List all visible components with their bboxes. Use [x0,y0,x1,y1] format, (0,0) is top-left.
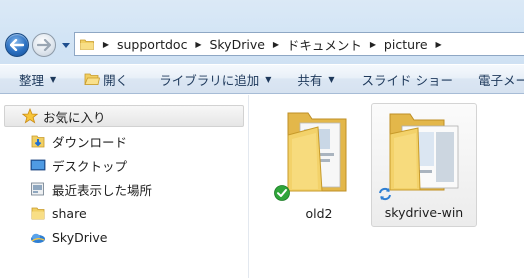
breadcrumb-item[interactable]: supportdoc [114,37,190,52]
back-button[interactable] [5,33,29,57]
folder-icon [80,39,94,50]
forward-button[interactable] [32,33,56,57]
forward-arrow-icon [37,39,51,51]
back-arrow-icon [10,39,24,51]
syncing-icon [379,187,391,201]
recent-places-icon [30,181,46,197]
breadcrumb-separator[interactable]: ▶ [365,40,381,49]
slideshow-button[interactable]: スライド ショー [362,65,453,93]
breadcrumb-separator[interactable]: ▶ [190,40,206,49]
open-button[interactable]: 開く [84,65,128,93]
nav-item-share[interactable]: share [30,203,87,223]
skydrive-icon [30,229,46,245]
desktop-icon [30,157,46,173]
folder-icon [30,205,46,221]
favorites-label: お気に入り [43,109,106,125]
address-box[interactable]: ▶ supportdoc ▶ SkyDrive ▶ ドキュメント ▶ pictu… [74,32,524,56]
folder-icon [389,113,459,191]
nav-item-label: share [52,205,87,221]
breadcrumb-item[interactable]: picture [381,37,431,52]
synced-check-icon [274,185,290,201]
organize-button[interactable]: 整理 ▼ [19,65,56,93]
recent-pages-dropdown-icon[interactable] [61,41,71,49]
add-to-library-label: ライブラリに追加 [159,72,260,88]
nav-item-label: 最近表示した場所 [52,182,153,198]
email-label: 電子メール [478,72,524,88]
command-bar: 整理 ▼ 開く ライブラリに追加 ▼ 共有 ▼ スライド ショー 電子メール [0,64,524,94]
file-name: old2 [305,206,333,221]
star-icon [22,108,38,124]
nav-item-label: SkyDrive [52,229,108,245]
chevron-down-icon: ▼ [50,74,57,84]
share-button[interactable]: 共有 ▼ [297,65,334,93]
slideshow-label: スライド ショー [361,72,454,88]
nav-item-skydrive[interactable]: SkyDrive [30,227,107,247]
breadcrumb-separator[interactable]: ▶ [431,40,447,49]
add-to-library-button[interactable]: ライブラリに追加 ▼ [159,65,271,93]
breadcrumb-item[interactable]: ドキュメント [284,35,365,54]
address-bar-row: ▶ supportdoc ▶ SkyDrive ▶ ドキュメント ▶ pictu… [0,0,524,64]
organize-label: 整理 [19,72,45,88]
download-folder-icon [30,133,46,149]
email-button[interactable]: 電子メール [478,65,524,93]
breadcrumb-separator[interactable]: ▶ [98,40,114,49]
nav-item-label: デスクトップ [52,158,128,174]
share-label: 共有 [297,72,323,88]
breadcrumb-item[interactable]: SkyDrive [206,37,267,52]
favorites-header[interactable]: お気に入り [4,105,244,127]
nav-item-desktop[interactable]: デスクトップ [30,155,127,175]
breadcrumb-separator[interactable]: ▶ [268,40,284,49]
chevron-down-icon: ▼ [328,74,335,84]
file-view: old2 skydrive-win [254,95,524,278]
nav-item-label: ダウンロード [52,134,128,150]
nav-item-downloads[interactable]: ダウンロード [30,131,127,151]
folder-icon [287,112,347,192]
navigation-pane: お気に入り ダウンロード デスクトップ 最近表示した場所 share SkyDr… [0,95,248,278]
open-label: 開く [103,72,129,88]
file-name: skydrive-win [384,205,464,220]
folder-item-selected[interactable]: skydrive-win [371,103,477,227]
chevron-down-icon: ▼ [265,74,272,84]
nav-item-recent-places[interactable]: 最近表示した場所 [30,179,152,199]
open-folder-icon [84,73,101,85]
folder-item[interactable]: old2 [266,103,372,227]
